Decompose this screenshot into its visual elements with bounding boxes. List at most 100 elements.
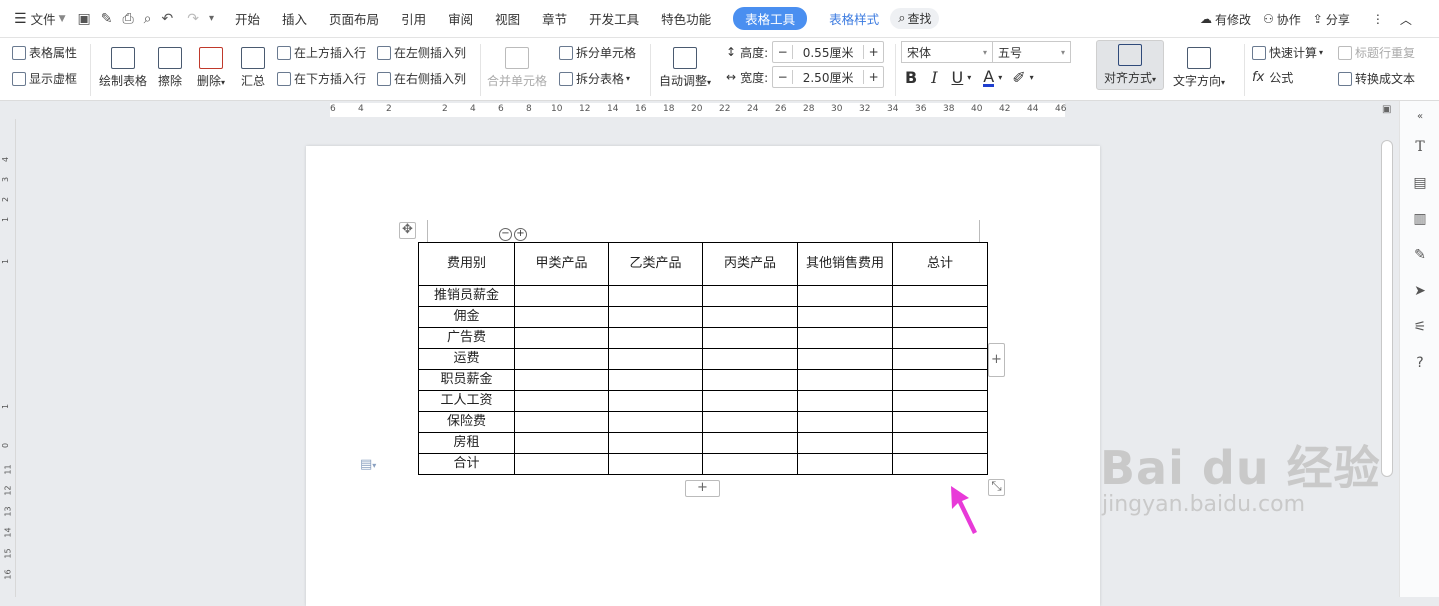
- table-cell[interactable]: [608, 348, 703, 370]
- document-settings-icon[interactable]: ▥: [1412, 211, 1428, 227]
- insert-col-left-button[interactable]: 在左侧插入列: [377, 44, 466, 61]
- table-cell[interactable]: [797, 390, 893, 412]
- table-cell[interactable]: [608, 411, 703, 433]
- vertical-scrollbar[interactable]: [1381, 140, 1393, 477]
- table-cell[interactable]: [608, 285, 703, 307]
- file-menu[interactable]: ☰ 文件 ▼: [10, 7, 70, 31]
- row-label-cell[interactable]: 职员薪金: [418, 369, 515, 391]
- table-cell[interactable]: [797, 411, 893, 433]
- table-cell[interactable]: [514, 369, 609, 391]
- decrement-button[interactable]: −: [773, 70, 794, 84]
- table-cell[interactable]: [797, 369, 893, 391]
- font-size-select[interactable]: 五号 ▾: [993, 41, 1071, 63]
- table-cell[interactable]: [797, 306, 893, 328]
- table-cell[interactable]: [514, 327, 609, 349]
- table-cell[interactable]: [702, 411, 798, 433]
- insert-row-below-button[interactable]: 在下方插入行: [277, 70, 366, 87]
- header-cell[interactable]: 总计: [892, 242, 988, 286]
- font-color-icon[interactable]: A: [983, 68, 995, 87]
- has-changes-button[interactable]: 有修改: [1215, 11, 1251, 28]
- table-props-button[interactable]: 表格属性: [12, 44, 77, 61]
- tab-table-tools[interactable]: 表格工具: [733, 7, 808, 30]
- table-cell[interactable]: [608, 369, 703, 391]
- increment-button[interactable]: +: [863, 70, 883, 84]
- table-cell[interactable]: [797, 432, 893, 454]
- to-text-button[interactable]: 转换成文本: [1338, 70, 1415, 87]
- header-cell[interactable]: 丙类产品: [702, 242, 798, 286]
- collab-button[interactable]: 协作: [1277, 11, 1301, 28]
- table-cell[interactable]: [702, 348, 798, 370]
- table-cell[interactable]: [702, 453, 798, 475]
- title-repeat-button[interactable]: 标题行重复: [1338, 44, 1415, 61]
- row-label-cell[interactable]: 运费: [418, 348, 515, 370]
- scroll-up-icon[interactable]: ▣: [1382, 104, 1391, 115]
- table-cell[interactable]: [702, 327, 798, 349]
- table-cell[interactable]: [608, 432, 703, 454]
- height-stepper[interactable]: − 0.55厘米 +: [772, 41, 885, 63]
- table-cell[interactable]: [608, 453, 703, 475]
- sliders-icon[interactable]: ⚟: [1412, 319, 1428, 335]
- row-label-cell[interactable]: 合计: [418, 453, 515, 475]
- align-button[interactable]: 对齐方式▾: [1096, 40, 1164, 90]
- row-label-cell[interactable]: 推销员薪金: [418, 285, 515, 307]
- add-column-right-button[interactable]: +: [988, 343, 1005, 377]
- tab-view[interactable]: 视图: [495, 9, 520, 28]
- search-box[interactable]: ⌕ 查找: [890, 8, 940, 29]
- delete-button[interactable]: 删除▾: [197, 42, 225, 94]
- horizontal-ruler[interactable]: 6 4 2 2 4 6 8 10 12 14 16 18 20 22 24 26…: [0, 101, 1439, 119]
- help-icon[interactable]: ?: [1412, 355, 1428, 371]
- vertical-ruler[interactable]: 4 3 2 1 1 1 0 11 12 13 14 15 16: [0, 119, 16, 597]
- table-cell[interactable]: [514, 411, 609, 433]
- table-cell[interactable]: [514, 306, 609, 328]
- table-cell[interactable]: [514, 453, 609, 475]
- quick-access-dropdown-icon[interactable]: ▾: [209, 13, 214, 24]
- tab-section[interactable]: 章节: [542, 9, 567, 28]
- table-cell[interactable]: [797, 285, 893, 307]
- highlight-icon[interactable]: ✐: [1012, 68, 1025, 87]
- redo-icon[interactable]: ↷: [187, 11, 199, 27]
- bold-icon[interactable]: B: [905, 68, 917, 87]
- header-cell[interactable]: 其他销售费用: [797, 242, 893, 286]
- formula-button[interactable]: fx 公式: [1252, 69, 1293, 86]
- insert-row-above-button[interactable]: 在上方插入行: [277, 44, 366, 61]
- insert-col-right-button[interactable]: 在右侧插入列: [377, 70, 466, 87]
- table-cell[interactable]: [892, 432, 988, 454]
- row-label-cell[interactable]: 房租: [418, 432, 515, 454]
- table-cell[interactable]: [702, 306, 798, 328]
- font-name-select[interactable]: 宋体 ▾: [901, 41, 993, 63]
- split-cells-button[interactable]: 拆分单元格: [559, 44, 636, 61]
- header-cell[interactable]: 乙类产品: [608, 242, 703, 286]
- cursor-icon[interactable]: ➤: [1412, 283, 1428, 299]
- table-cell[interactable]: [797, 453, 893, 475]
- table-cell[interactable]: [514, 348, 609, 370]
- chevron-down-icon[interactable]: ▾: [967, 73, 971, 82]
- remove-column-icon[interactable]: −: [499, 228, 512, 241]
- auto-adjust-button[interactable]: 自动调整▾: [659, 42, 711, 94]
- header-cell[interactable]: 费用别: [418, 242, 515, 286]
- table-cell[interactable]: [702, 432, 798, 454]
- resize-table-icon[interactable]: ⤡: [988, 479, 1005, 496]
- table-cell[interactable]: [608, 306, 703, 328]
- tab-review[interactable]: 审阅: [448, 9, 473, 28]
- share-button[interactable]: 分享: [1326, 11, 1350, 28]
- tab-references[interactable]: 引用: [401, 9, 426, 28]
- add-row-below-button[interactable]: +: [685, 480, 720, 497]
- table-cell[interactable]: [514, 432, 609, 454]
- table-cell[interactable]: [608, 390, 703, 412]
- row-label-cell[interactable]: 佣金: [418, 306, 515, 328]
- tab-features[interactable]: 特色功能: [661, 9, 711, 28]
- table-cell[interactable]: [702, 390, 798, 412]
- table-cell[interactable]: [892, 411, 988, 433]
- table-cell[interactable]: [702, 369, 798, 391]
- table-cell[interactable]: [514, 390, 609, 412]
- collapse-sidebar-icon[interactable]: «: [1412, 109, 1428, 125]
- increment-button[interactable]: +: [863, 45, 883, 59]
- tab-insert[interactable]: 插入: [282, 9, 307, 28]
- more-icon[interactable]: ⋮: [1372, 12, 1384, 26]
- width-input[interactable]: 2.50厘米: [793, 69, 863, 86]
- table-move-handle-icon[interactable]: ✥: [399, 222, 416, 239]
- tab-developer[interactable]: 开发工具: [589, 9, 639, 28]
- merge-cells-button[interactable]: 合并单元格: [487, 42, 547, 94]
- undo-icon[interactable]: ↶: [162, 11, 174, 27]
- table-cell[interactable]: [702, 285, 798, 307]
